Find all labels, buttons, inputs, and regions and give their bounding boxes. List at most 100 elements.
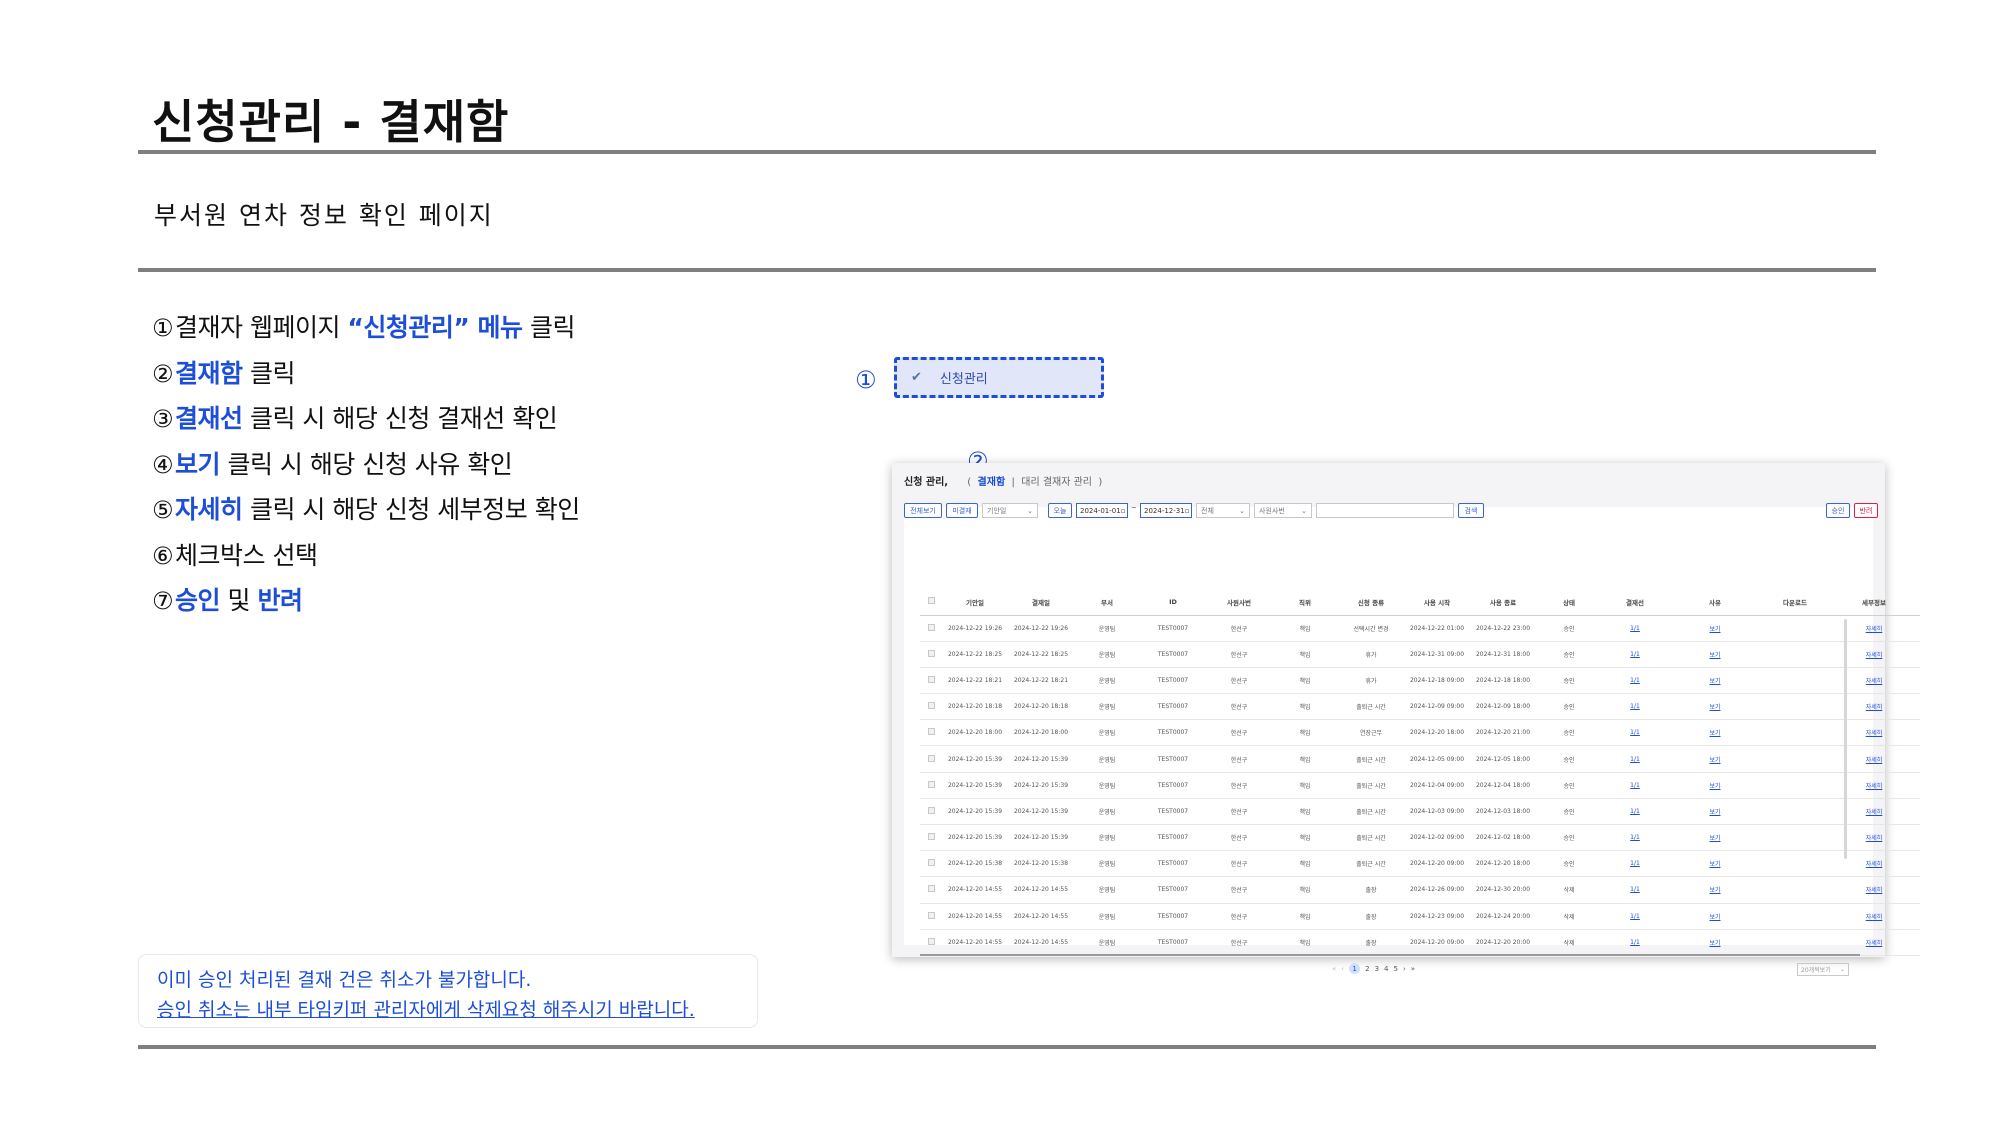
reason-view-link[interactable]: 보기 — [1668, 772, 1762, 799]
details-link[interactable]: 자세히 — [1828, 876, 1920, 904]
row-checkbox[interactable] — [920, 876, 942, 904]
sidebar-item-application-management[interactable]: ✔ 신청관리 — [894, 357, 1104, 398]
table-cell: 한선구 — [1206, 745, 1272, 773]
period-select[interactable]: 기안일 ⌄ — [982, 503, 1038, 518]
first-page-icon[interactable]: « — [1332, 965, 1336, 973]
row-checkbox[interactable] — [920, 798, 942, 826]
reason-view-link[interactable]: 보기 — [1668, 850, 1762, 878]
table-cell: 2024-12-20 14:55 — [942, 903, 1008, 930]
table-cell: 2024-12-20 09:00 — [1404, 929, 1470, 956]
search-input[interactable] — [1316, 503, 1454, 518]
details-link[interactable]: 자세히 — [1828, 772, 1920, 799]
approval-line-link[interactable]: 1/1 — [1602, 667, 1668, 695]
reason-view-link[interactable]: 보기 — [1668, 745, 1762, 773]
row-checkbox[interactable] — [920, 667, 942, 695]
approval-line-link[interactable]: 1/1 — [1602, 903, 1668, 930]
select-all-checkbox[interactable] — [920, 589, 942, 616]
footer-divider — [138, 1045, 1876, 1049]
page-number[interactable]: 2 — [1365, 965, 1369, 973]
last-page-icon[interactable]: » — [1411, 965, 1415, 973]
table-row: 2024-12-22 18:21 2024-12-22 18:21 운영팀 TEST0… — [920, 667, 1920, 695]
reason-view-link[interactable]: 보기 — [1668, 824, 1762, 852]
row-checkbox[interactable] — [920, 903, 942, 930]
approval-line-link[interactable]: 1/1 — [1602, 929, 1668, 956]
table-cell: 승인 — [1536, 667, 1602, 695]
row-checkbox[interactable] — [920, 824, 942, 852]
date-from-input[interactable]: 2024-01-01 ▫ — [1076, 503, 1128, 518]
pending-button[interactable]: 미결재 — [946, 503, 978, 518]
search-button[interactable]: 검색 — [1458, 503, 1484, 518]
reason-view-link[interactable]: 보기 — [1668, 641, 1762, 668]
reason-view-link[interactable]: 보기 — [1668, 615, 1762, 642]
details-link[interactable]: 자세히 — [1828, 719, 1920, 747]
target-select[interactable]: 사원사번 ⌄ — [1254, 503, 1312, 518]
row-checkbox[interactable] — [920, 745, 942, 773]
vertical-scrollbar[interactable] — [1844, 619, 1847, 859]
type-select-value: 전체 — [1201, 506, 1214, 515]
approve-button[interactable]: 승인 — [1826, 503, 1850, 518]
table-cell: 한선구 — [1206, 719, 1272, 747]
table-cell: 2024-12-22 18:21 — [1008, 667, 1074, 695]
approval-line-link[interactable]: 1/1 — [1602, 693, 1668, 721]
approval-line-link[interactable]: 1/1 — [1602, 824, 1668, 852]
reject-button[interactable]: 반려 — [1854, 503, 1878, 518]
reason-view-link[interactable]: 보기 — [1668, 929, 1762, 956]
page-number[interactable]: 4 — [1384, 965, 1388, 973]
details-link[interactable]: 자세히 — [1828, 929, 1920, 956]
check-icon: ✔ — [911, 370, 922, 385]
table-row: 2024-12-22 19:26 2024-12-22 19:26 운영팀 TEST0… — [920, 615, 1920, 642]
details-link[interactable]: 자세히 — [1828, 850, 1920, 878]
page-number[interactable]: 5 — [1394, 965, 1398, 973]
row-checkbox[interactable] — [920, 719, 942, 747]
approval-line-link[interactable]: 1/1 — [1602, 798, 1668, 826]
page-number[interactable]: 1 — [1349, 963, 1361, 974]
approval-line-link[interactable]: 1/1 — [1602, 719, 1668, 747]
details-link[interactable]: 자세히 — [1828, 667, 1920, 695]
reason-view-link[interactable]: 보기 — [1668, 876, 1762, 904]
approval-line-link[interactable]: 1/1 — [1602, 772, 1668, 799]
approval-line-link[interactable]: 1/1 — [1602, 641, 1668, 668]
row-checkbox[interactable] — [920, 929, 942, 956]
details-link[interactable]: 자세히 — [1828, 824, 1920, 852]
reason-view-link[interactable]: 보기 — [1668, 667, 1762, 695]
table-cell — [1762, 719, 1828, 747]
table-cell: 2024-12-20 09:00 — [1404, 850, 1470, 878]
row-checkbox[interactable] — [920, 641, 942, 668]
prev-page-icon[interactable]: ‹ — [1341, 965, 1344, 973]
type-select[interactable]: 전체 ⌄ — [1196, 503, 1250, 518]
details-link[interactable]: 자세히 — [1828, 798, 1920, 826]
step-text: 클릭 시 해당 신청 결재선 확인 — [242, 404, 558, 433]
row-checkbox[interactable] — [920, 615, 942, 642]
row-checkbox[interactable] — [920, 850, 942, 878]
table-cell: 2024-12-20 14:55 — [1008, 903, 1074, 930]
details-link[interactable]: 자세히 — [1828, 903, 1920, 930]
approval-line-link[interactable]: 1/1 — [1602, 876, 1668, 904]
table-cell: 운영팀 — [1074, 903, 1140, 930]
approval-line-link[interactable]: 1/1 — [1602, 745, 1668, 773]
details-link[interactable]: 자세히 — [1828, 641, 1920, 668]
details-link[interactable]: 자세히 — [1828, 693, 1920, 721]
date-to-input[interactable]: 2024-12-31 ▫ — [1140, 503, 1192, 518]
details-link[interactable]: 자세히 — [1828, 745, 1920, 773]
reason-view-link[interactable]: 보기 — [1668, 798, 1762, 826]
chevron-down-icon: ⌄ — [1027, 506, 1033, 515]
row-checkbox[interactable] — [920, 693, 942, 721]
reason-view-link[interactable]: 보기 — [1668, 693, 1762, 721]
approval-line-link[interactable]: 1/1 — [1602, 850, 1668, 878]
details-link[interactable]: 자세히 — [1828, 615, 1920, 642]
next-page-icon[interactable]: › — [1403, 965, 1406, 973]
page-number[interactable]: 3 — [1375, 965, 1379, 973]
reason-view-link[interactable]: 보기 — [1668, 903, 1762, 930]
today-button[interactable]: 오늘 — [1048, 503, 1072, 518]
page-size-select[interactable]: 20개씩보기 ⌄ — [1797, 963, 1849, 976]
tab-approval-box[interactable]: 결재함 — [978, 477, 1006, 488]
row-checkbox[interactable] — [920, 772, 942, 799]
tab-proxy-approver[interactable]: 대리 결재자 관리 — [1021, 477, 1092, 488]
reason-view-link[interactable]: 보기 — [1668, 719, 1762, 747]
table-cell: 2024-12-20 18:18 — [1008, 693, 1074, 721]
approval-line-link[interactable]: 1/1 — [1602, 615, 1668, 642]
view-all-button[interactable]: 전체보기 — [904, 503, 942, 518]
table-row: 2024-12-20 15:39 2024-12-20 15:39 운영팀 TEST0… — [920, 798, 1920, 826]
table-cell: 한선구 — [1206, 641, 1272, 668]
table-cell: 책임 — [1272, 929, 1338, 956]
